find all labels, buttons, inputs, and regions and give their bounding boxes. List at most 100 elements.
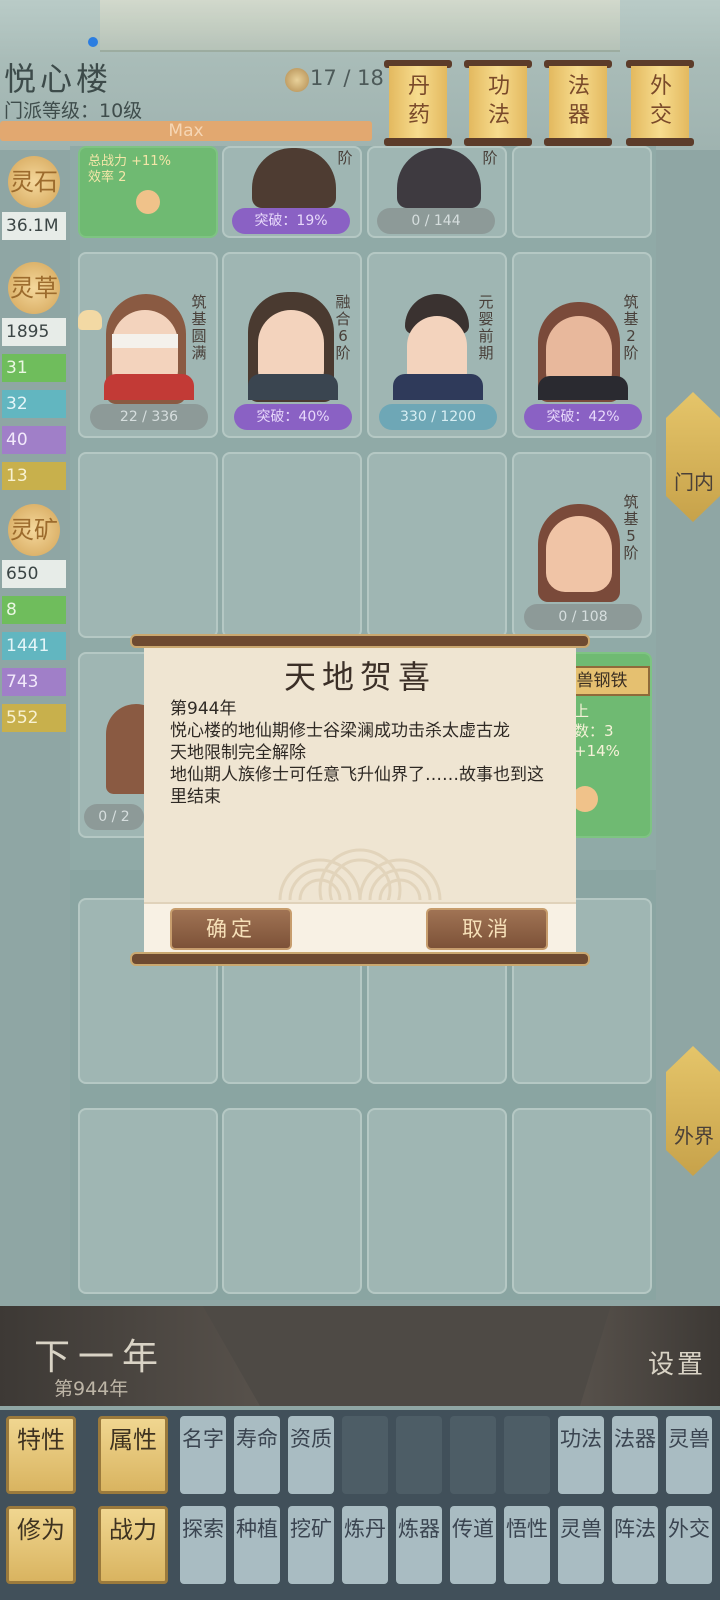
spirit-stone-icon: 灵石 <box>8 156 60 208</box>
disciple-portrait <box>397 148 481 208</box>
herb-value-purple: 40 <box>2 426 66 454</box>
spirit-herb-icon: 灵草 <box>8 262 60 314</box>
scroll-button-diplomacy[interactable]: 外交 <box>626 60 694 146</box>
tab-blank <box>396 1416 442 1494</box>
tab-forging[interactable]: 炼器 <box>396 1506 442 1584</box>
herb-value-green: 31 <box>2 354 66 382</box>
tab-diplomacy[interactable]: 外交 <box>666 1506 712 1584</box>
disciple-card[interactable]: 元婴前期 330 / 1200 <box>367 252 507 438</box>
spirit-ore-icon: 灵矿 <box>8 504 60 556</box>
ore-value-green: 8 <box>2 596 66 624</box>
tab-mining[interactable]: 挖矿 <box>288 1506 334 1584</box>
disciple-portrait <box>252 148 336 208</box>
disciple-status-badge: 0 / 108 <box>524 604 642 630</box>
current-year: 第944年 <box>54 1378 129 1400</box>
empty-slot[interactable] <box>512 1108 652 1294</box>
tab-explore[interactable]: 探索 <box>180 1506 226 1584</box>
blindfold <box>112 334 178 348</box>
dialog-line: 地仙期人族修士可任意飞升仙界了……故事也到这里结束 <box>170 765 544 807</box>
disciple-realm: 筑基圆满 <box>191 293 207 362</box>
disciple-status-badge: 0 / 2 <box>84 804 144 830</box>
sect-level: 门派等级：10级 <box>4 100 143 122</box>
ore-value-gold: 552 <box>2 704 66 732</box>
empty-slot[interactable] <box>367 452 507 638</box>
disciple-status-badge: 突破：19% <box>232 208 350 234</box>
heart-icon[interactable] <box>78 310 102 330</box>
scroll-button-techniques[interactable]: 功法 <box>464 60 532 146</box>
disciple-card[interactable]: 筑基圆满 22 / 336 <box>78 252 218 438</box>
disciple-status-badge: 突破：40% <box>234 404 352 430</box>
tab-teaching[interactable]: 传道 <box>450 1506 496 1584</box>
disciple-card[interactable]: 融合6阶 突破：40% <box>222 252 362 438</box>
empty-slot[interactable] <box>78 452 218 638</box>
confirm-button[interactable]: 确定 <box>170 908 292 950</box>
disciple-card[interactable]: 阶 0 / 144 <box>367 146 507 238</box>
scroll-label: 外交 <box>650 74 673 128</box>
sect-level-progress-bar: Max <box>0 121 372 141</box>
tab-attributes[interactable]: 属性 <box>98 1416 168 1494</box>
disciple-card[interactable]: 筑基5阶 0 / 108 <box>512 452 652 638</box>
disciple-status-badge: 330 / 1200 <box>379 404 497 430</box>
tab-aptitude[interactable]: 资质 <box>288 1416 334 1494</box>
level-bar-label: Max <box>168 121 204 141</box>
facility-card[interactable]: 总战力 +11% 效率 2 <box>78 146 218 238</box>
disciple-status-badge: 突破：42% <box>524 404 642 430</box>
empty-slot[interactable] <box>78 1108 218 1294</box>
tab-formation[interactable]: 阵法 <box>612 1506 658 1584</box>
disciple-realm: 阶 <box>337 149 353 167</box>
disciple-robe <box>538 376 628 400</box>
scroll-label: 法器 <box>568 74 591 128</box>
cloud-pattern-icon <box>278 848 442 900</box>
tab-spirit-beast-2[interactable]: 灵兽 <box>558 1506 604 1584</box>
tab-planting[interactable]: 种植 <box>234 1506 280 1584</box>
tab-comprehension[interactable]: 悟性 <box>504 1506 550 1584</box>
facility-line-3: +14% <box>574 742 620 760</box>
dialog-message: 第944年 悦心楼的地仙期修士谷梁澜成功击杀太虚古龙 天地限制完全解除 地仙期人… <box>170 698 550 808</box>
tab-name[interactable]: 名字 <box>180 1416 226 1494</box>
scroll-button-pills[interactable]: 丹药 <box>384 60 452 146</box>
disciple-realm: 元婴前期 <box>478 293 494 362</box>
tab-techniques[interactable]: 功法 <box>558 1416 604 1494</box>
herb-value-gold: 13 <box>2 462 66 490</box>
disciple-realm: 筑基5阶 <box>623 493 639 562</box>
tab-blank <box>504 1416 550 1494</box>
cancel-button[interactable]: 取消 <box>426 908 548 950</box>
disciple-robe <box>248 374 338 400</box>
disciple-status-badge: 0 / 144 <box>377 208 495 234</box>
empty-slot[interactable] <box>222 452 362 638</box>
tab-combat-power[interactable]: 战力 <box>98 1506 168 1584</box>
disciple-realm: 筑基2阶 <box>623 293 639 362</box>
tab-spirit-beast[interactable]: 灵兽 <box>666 1416 712 1494</box>
spirit-stone-value: 36.1M <box>2 212 66 240</box>
dialog-line: 天地限制完全解除 <box>170 743 306 763</box>
header-ornament <box>100 0 620 52</box>
facility-emblem-icon <box>136 190 160 214</box>
side-tab-outer[interactable] <box>666 1046 720 1176</box>
disciple-card[interactable]: 筑基2阶 突破：42% <box>512 252 652 438</box>
disciple-realm: 阶 <box>482 149 498 167</box>
disciple-robe <box>393 374 483 400</box>
tab-traits[interactable]: 特性 <box>6 1416 76 1494</box>
empty-slot[interactable] <box>512 146 652 238</box>
tab-alchemy[interactable]: 炼丹 <box>342 1506 388 1584</box>
disciple-icon <box>285 68 309 92</box>
disciple-count: 17 / 18 <box>310 66 384 90</box>
empty-slot[interactable] <box>222 1108 362 1294</box>
side-tab-inner[interactable] <box>666 392 720 522</box>
side-tab-outer-label: 外界 <box>674 1124 714 1148</box>
empty-slot[interactable] <box>367 1108 507 1294</box>
scroll-label: 功法 <box>488 74 511 128</box>
tab-blank <box>450 1416 496 1494</box>
disciple-card[interactable]: 阶 突破：19% <box>222 146 362 238</box>
ore-value-teal: 1441 <box>2 632 66 660</box>
tab-blank <box>342 1416 388 1494</box>
scroll-button-artifacts[interactable]: 法器 <box>544 60 612 146</box>
tab-lifespan[interactable]: 寿命 <box>234 1416 280 1494</box>
facility-line-2: 数：3 <box>574 722 614 740</box>
ore-value-purple: 743 <box>2 668 66 696</box>
ore-value-total: 650 <box>2 560 66 588</box>
tab-artifacts[interactable]: 法器 <box>612 1416 658 1494</box>
tab-cultivation[interactable]: 修为 <box>6 1506 76 1584</box>
dialog-line: 悦心楼的地仙期修士谷梁澜成功击杀太虚古龙 <box>170 721 510 741</box>
facility-efficiency: 效率 2 <box>88 170 127 185</box>
